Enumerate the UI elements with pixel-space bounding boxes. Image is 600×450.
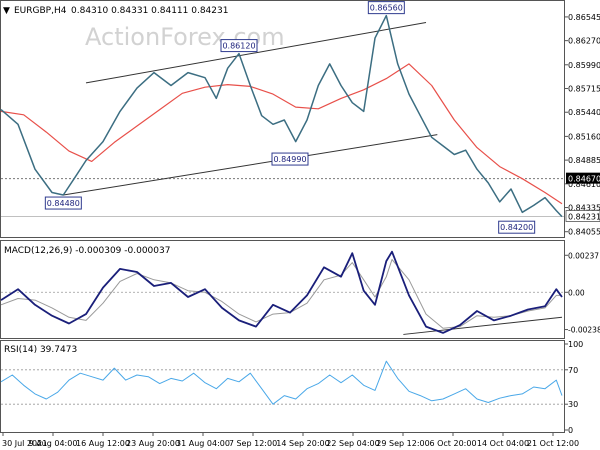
price-swing-label: 0.86120 — [222, 42, 255, 51]
rsi-y-tick-label: 100 — [568, 340, 583, 349]
current-price-label: 0.84231 — [568, 213, 600, 222]
x-tick-label: 29 Sep 12:00 — [376, 439, 429, 448]
price-swing-label: 0.86560 — [370, 4, 403, 13]
x-tick-label: 16 Aug 12:00 — [76, 439, 130, 448]
rsi-title: RSI(14) 39.7473 — [4, 345, 77, 355]
rsi-pane-frame — [0, 340, 565, 433]
price-y-tick-label: 0.85440 — [568, 108, 600, 117]
x-tick-label: 9 Aug 04:00 — [29, 439, 78, 448]
x-tick-label: 7 Sep 12:00 — [229, 439, 277, 448]
price-swing-label: 0.84480 — [47, 199, 80, 208]
macd-y-tick-label: -0.002387 — [568, 326, 600, 335]
price-y-tick-label: 0.84885 — [568, 156, 600, 165]
reference-level-label: 0.84670 — [568, 175, 600, 184]
price-y-tick-label: 0.84055 — [568, 228, 600, 237]
macd-y-tick-label: 0.00237 — [568, 251, 599, 260]
x-tick-label: 14 Sep 20:00 — [276, 439, 329, 448]
symbol-arrow-icon: ▼ — [3, 6, 10, 16]
x-tick-label: 22 Sep 04:00 — [326, 439, 379, 448]
x-tick-label: 31 Aug 04:00 — [176, 439, 230, 448]
rsi-y-tick-label: 30 — [568, 400, 578, 409]
x-tick-label: 23 Aug 20:00 — [126, 439, 180, 448]
chart-canvas: ActionForex.com ▼ EURGBP,H4 0.84310 0.84… — [0, 0, 600, 448]
ohlc-values: 0.84310 0.84331 0.84111 0.84231 — [71, 6, 228, 16]
x-tick-label: 21 Oct 12:00 — [527, 439, 579, 448]
price-swing-label: 0.84200 — [500, 223, 533, 232]
symbol-label: EURGBP,H4 — [14, 6, 67, 16]
price-swing-label: 0.84990 — [273, 155, 306, 164]
x-tick-label: 14 Oct 04:00 — [477, 439, 529, 448]
price-y-tick-label: 0.86545 — [568, 13, 600, 22]
price-y-tick-label: 0.86270 — [568, 37, 600, 46]
price-y-tick-label: 0.85715 — [568, 85, 600, 94]
macd-y-tick-label: 0.00 — [568, 288, 585, 297]
rsi-y-tick-label: 70 — [568, 366, 578, 375]
price-y-tick-label: 0.85990 — [568, 61, 600, 70]
rsi-y-tick-label: 0 — [568, 426, 573, 435]
x-tick-label: 6 Oct 20:00 — [429, 439, 476, 448]
price-y-tick-label: 0.85160 — [568, 132, 600, 141]
macd-title: MACD(12,26,9) -0.000309 -0.000037 — [4, 246, 170, 256]
